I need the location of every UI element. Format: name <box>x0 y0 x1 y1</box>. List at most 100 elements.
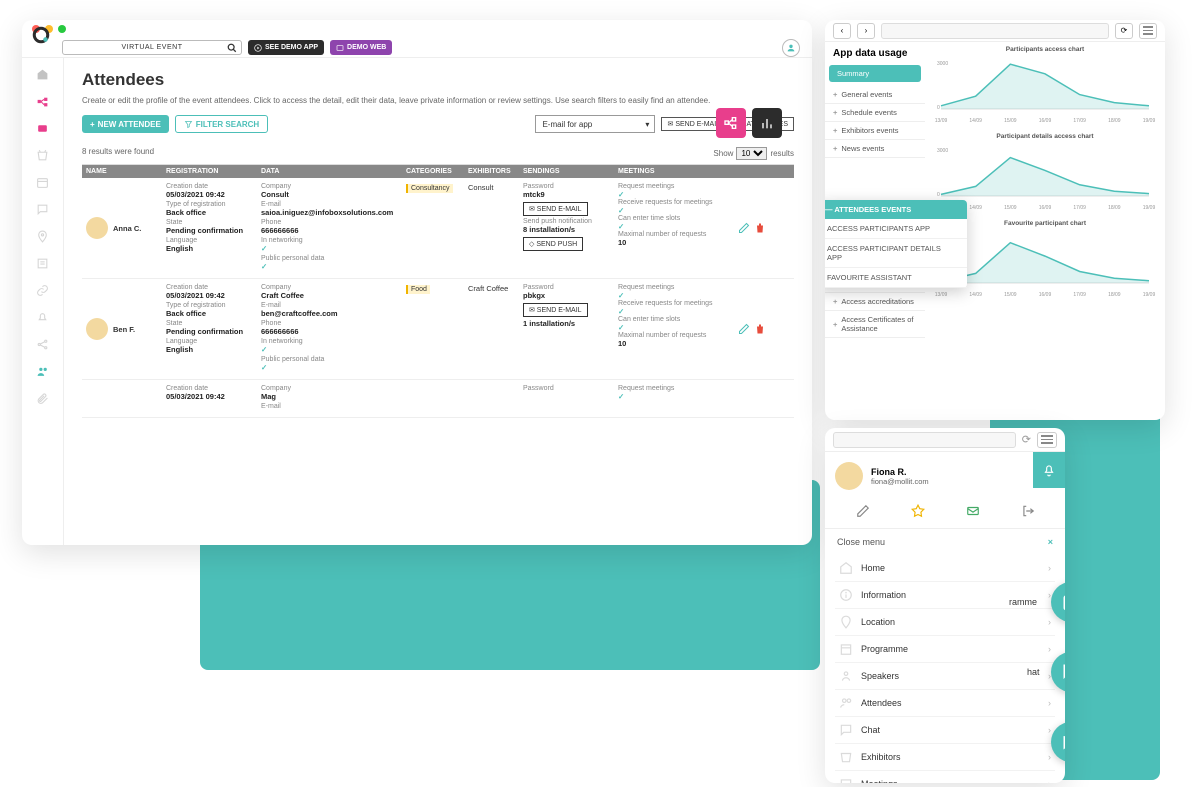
send-push-button[interactable]: ◇ SEND PUSH <box>523 237 583 251</box>
mobile-url-bar[interactable] <box>833 432 1016 448</box>
svg-text:16/09: 16/09 <box>1039 205 1052 211</box>
url-bar[interactable] <box>881 23 1109 39</box>
exhibitors-icon[interactable] <box>36 149 49 162</box>
edit-icon[interactable] <box>738 323 750 335</box>
filter-search-button[interactable]: FILTER SEARCH <box>175 115 268 133</box>
attendees-icon[interactable] <box>36 95 49 108</box>
menu-item-meetings[interactable]: Meetings› <box>835 771 1055 783</box>
menu-item-location[interactable]: Location› <box>835 609 1055 636</box>
edit-tab[interactable] <box>856 504 870 520</box>
menu-item-exhibitors[interactable]: Exhibitors › <box>835 744 1055 771</box>
menu-label: Exhibitors <box>861 752 901 762</box>
send-email-button[interactable]: ✉ SEND E-MAIL <box>523 202 588 216</box>
table-row[interactable]: Ben F. Creation date05/03/2021 09:42 Typ… <box>82 279 794 380</box>
max-dot[interactable] <box>58 25 66 33</box>
demo-web-button[interactable]: DEMO WEB <box>330 40 392 55</box>
menu-label: Programme <box>861 644 908 654</box>
analytics-item[interactable]: Access Certificates of Assistance <box>825 311 925 338</box>
edit-icon[interactable] <box>738 222 750 234</box>
calendar-icon[interactable] <box>36 176 49 189</box>
main-content: Attendees Create or edit the profile of … <box>64 58 812 545</box>
delete-icon[interactable] <box>754 222 766 234</box>
menu-item-home[interactable]: Home› <box>835 555 1055 582</box>
attach-icon[interactable] <box>36 392 49 405</box>
table-row[interactable]: Creation date05/03/2021 09:42 CompanyMag… <box>82 380 794 418</box>
analytics-item[interactable]: Access accreditations <box>825 293 925 311</box>
home-icon[interactable] <box>36 68 49 81</box>
email-tab[interactable] <box>966 504 980 520</box>
users-icon[interactable] <box>36 365 49 378</box>
page-title: Attendees <box>82 70 794 90</box>
svg-text:19/09: 19/09 <box>1143 292 1156 298</box>
profile-name: Fiona R. <box>871 467 929 477</box>
chat-icon[interactable] <box>36 203 49 216</box>
chevron-right-icon: › <box>1048 698 1051 708</box>
logout-tab[interactable] <box>1021 504 1035 520</box>
summary-item[interactable]: Summary <box>829 65 921 82</box>
close-menu-label: Close menu <box>837 537 885 547</box>
page-subtitle: Create or edit the profile of the event … <box>82 96 794 105</box>
top-bar: VIRTUAL EVENT SEE DEMO APP DEMO WEB <box>22 38 812 58</box>
svg-text:13/09: 13/09 <box>935 118 948 124</box>
news-icon[interactable] <box>36 257 49 270</box>
chevron-right-icon: › <box>1048 752 1051 762</box>
notifications-button[interactable] <box>1033 452 1065 488</box>
svg-text:3000: 3000 <box>937 61 948 67</box>
search-input[interactable]: VIRTUAL EVENT <box>62 40 242 55</box>
page-size-select[interactable]: 10 <box>736 147 767 160</box>
chart: Participants access chart 0 3000 13/0914… <box>929 46 1161 127</box>
analytics-item[interactable]: Schedule events <box>825 104 925 122</box>
profile-email: fiona@mollit.com <box>871 477 929 486</box>
sidebar <box>22 58 64 545</box>
svg-text:14/09: 14/09 <box>969 292 982 298</box>
avatar <box>86 217 108 239</box>
menu-label: Speakers <box>861 671 899 681</box>
badges-icon[interactable] <box>36 122 49 135</box>
table-row[interactable]: Anna C. Creation date05/03/2021 09:42 Ty… <box>82 178 794 279</box>
svg-text:16/09: 16/09 <box>1039 292 1052 298</box>
share-icon[interactable] <box>36 338 49 351</box>
chart-title: Participants access chart <box>929 46 1161 53</box>
menu-item-speakers[interactable]: Speakers› <box>835 663 1055 690</box>
window-titlebar <box>22 20 812 38</box>
qa-stats-button[interactable] <box>752 108 782 138</box>
email-type-select[interactable]: E-mail for app <box>535 115 655 133</box>
location-icon <box>839 615 853 629</box>
forward-button[interactable]: › <box>857 23 875 39</box>
menu-item-chat[interactable]: Chat› <box>835 717 1055 744</box>
bell-icon[interactable] <box>36 311 49 324</box>
popup-item[interactable]: ACCESS PARTICIPANTS APP <box>825 219 967 239</box>
menu-label: Location <box>861 617 895 627</box>
popup-item[interactable]: ACCESS PARTICIPANT DETAILS APP <box>825 239 967 268</box>
user-menu[interactable] <box>782 39 800 57</box>
send-email-button[interactable]: ✉ SEND E-MAIL <box>523 303 588 317</box>
see-demo-app-button[interactable]: SEE DEMO APP <box>248 40 324 55</box>
reload-button[interactable]: ⟳ <box>1115 23 1133 39</box>
analytics-item[interactable]: News events <box>825 140 925 158</box>
menu-label: Home <box>861 563 885 573</box>
svg-text:17/09: 17/09 <box>1073 205 1086 211</box>
mobile-menu-button[interactable] <box>1037 432 1057 448</box>
menu-button[interactable] <box>1139 23 1157 39</box>
analytics-item[interactable]: Exhibitors events <box>825 122 925 140</box>
new-attendee-button[interactable]: + NEW ATTENDEE <box>82 115 169 133</box>
svg-text:3000: 3000 <box>937 148 948 154</box>
svg-text:18/09: 18/09 <box>1108 118 1121 124</box>
link-icon[interactable] <box>36 284 49 297</box>
analytics-window: ‹ › ⟳ App data usage Summary General eve… <box>825 20 1165 420</box>
logo-icon <box>32 26 50 44</box>
analytics-item[interactable]: General events <box>825 86 925 104</box>
popup-header[interactable]: — ATTENDEES EVENTS <box>825 200 967 219</box>
category-tag: Consultancy <box>406 184 453 193</box>
reload-icon[interactable]: ⟳ <box>1022 433 1031 446</box>
delete-icon[interactable] <box>754 323 766 335</box>
back-button[interactable]: ‹ <box>833 23 851 39</box>
location-icon[interactable] <box>36 230 49 243</box>
favorite-tab[interactable] <box>911 504 925 520</box>
menu-item-programme[interactable]: Programme› <box>835 636 1055 663</box>
menu-item-attendees[interactable]: Attendees› <box>835 690 1055 717</box>
qa-tree-button[interactable] <box>716 108 746 138</box>
category-tag: Food <box>406 285 430 294</box>
popup-item[interactable]: FAVOURITE ASSISTANT <box>825 268 967 288</box>
close-menu-button[interactable]: × <box>1048 537 1053 547</box>
